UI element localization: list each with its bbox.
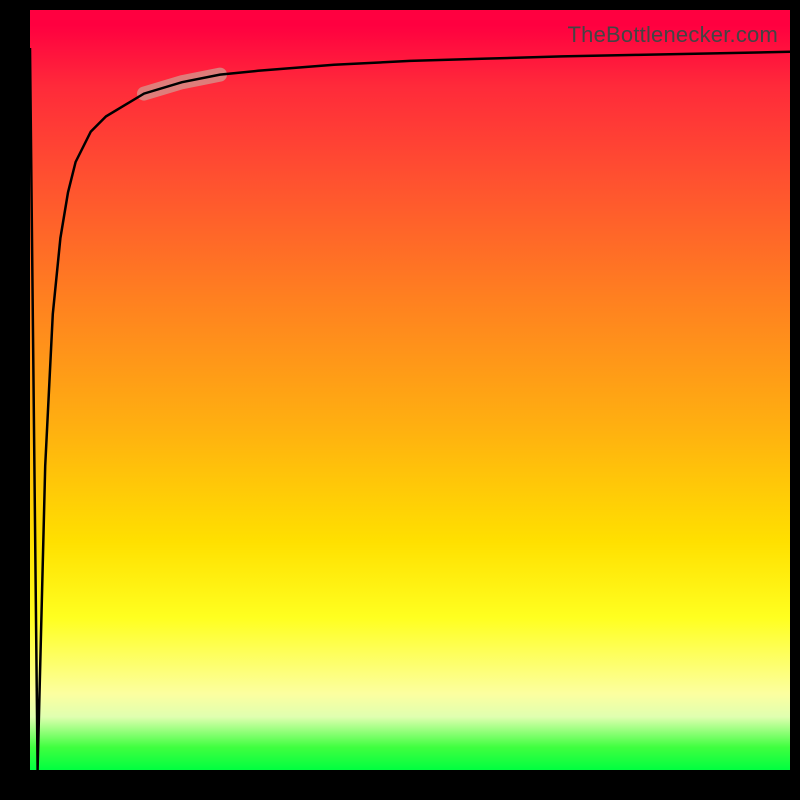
chart-container: TheBottlenecker.com — [0, 0, 800, 800]
watermark: TheBottlenecker.com — [568, 22, 778, 48]
highlight-segment — [144, 75, 220, 94]
bottleneck-curve — [30, 48, 790, 770]
plot-area: TheBottlenecker.com — [30, 10, 790, 770]
chart-svg — [30, 10, 790, 770]
